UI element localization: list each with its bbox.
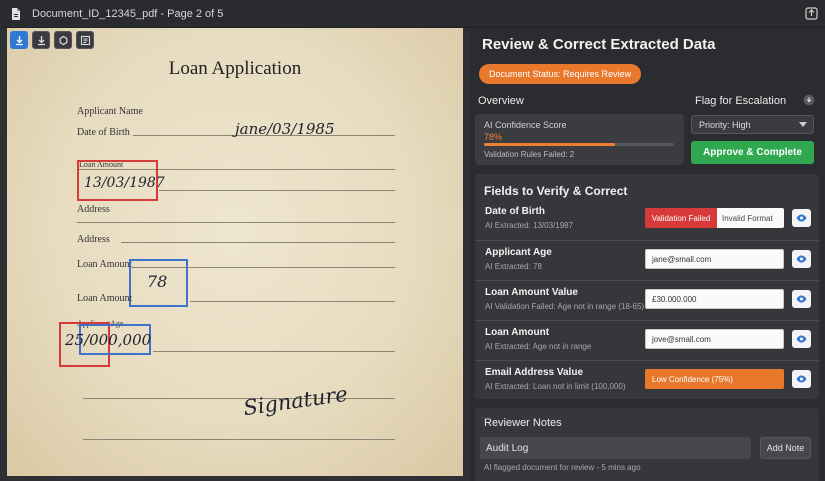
field-name: Applicant Age xyxy=(485,247,552,258)
rotate-button[interactable] xyxy=(54,31,72,49)
escalation-heading: Flag for Escalation xyxy=(695,95,787,107)
rotate-icon xyxy=(59,35,67,45)
fields-card: Fields to Verify & Correct Date of Birth… xyxy=(475,174,819,399)
viewer-toolbar xyxy=(10,31,94,49)
panel-title: Review & Correct Extracted Data xyxy=(482,36,716,53)
form-line xyxy=(83,439,395,440)
document-page: Loan Application Applicant Name Date of … xyxy=(7,28,463,476)
validation-rules: Validation Rules Failed: 2 xyxy=(484,150,575,159)
field-sub: AI Extracted: 78 xyxy=(485,262,542,271)
handwritten-amount: 25/000,000 xyxy=(65,331,152,349)
download-icon xyxy=(15,35,23,45)
view-source-button[interactable] xyxy=(792,370,811,388)
form-line xyxy=(190,301,395,302)
label-applicant-name: Applicant Name xyxy=(77,106,143,117)
chevron-down-icon xyxy=(799,122,807,127)
field-input[interactable]: jane@small.com xyxy=(645,249,784,269)
field-name: Loan Amount Value xyxy=(485,287,578,298)
signature: Signature xyxy=(241,381,350,421)
field-row: Applicant Age AI Extracted: 78 jane@smal… xyxy=(475,240,819,280)
eye-icon xyxy=(796,375,807,383)
download-icon xyxy=(37,35,45,45)
field-row: Date of Birth AI Extracted: 13/03/1987 V… xyxy=(475,200,819,240)
label-loan-amount-1: Loan Amount xyxy=(77,259,133,270)
eye-icon xyxy=(796,214,807,222)
form-line xyxy=(159,190,395,191)
view-source-button[interactable] xyxy=(792,209,811,227)
notes-heading: Reviewer Notes xyxy=(484,417,562,429)
reviewer-notes-card: Reviewer Notes Audit Log Add Note AI fla… xyxy=(475,408,819,481)
save-button[interactable] xyxy=(32,31,50,49)
field-input[interactable]: £30.000.000 xyxy=(645,289,784,309)
field-value: Invalid Format xyxy=(717,208,784,228)
file-icon xyxy=(12,7,20,20)
field-sub: AI Extracted: Loan not in limit (100,000… xyxy=(485,382,626,391)
export-icon[interactable] xyxy=(805,7,818,20)
field-row: Email Address Value AI Extracted: Loan n… xyxy=(475,360,819,400)
field-sub: AI Extracted: Age not in range xyxy=(485,342,592,351)
approve-complete-button[interactable]: Approve & Complete xyxy=(691,141,814,164)
priority-select[interactable]: Priority: High xyxy=(691,115,814,134)
view-source-button[interactable] xyxy=(792,250,811,268)
download-button-active[interactable] xyxy=(10,31,28,49)
label-address-2: Address xyxy=(77,234,110,245)
fields-heading: Fields to Verify & Correct xyxy=(484,184,628,198)
field-sub: AI Extracted: 13/03/1987 xyxy=(485,221,574,230)
validation-error-badge: Validation Failed xyxy=(645,208,717,228)
review-panel: Review & Correct Extracted Data Document… xyxy=(470,28,825,481)
handwritten-age: 78 xyxy=(147,272,168,291)
field-name: Loan Amount xyxy=(485,327,550,338)
label-loan-amount-2: Loan Amount xyxy=(77,293,133,304)
info-icon[interactable] xyxy=(803,94,815,106)
field-input[interactable]: jove@small.com xyxy=(645,329,784,349)
document-title: Loan Application xyxy=(168,58,302,79)
field-value-split[interactable]: Validation Failed Invalid Format xyxy=(645,208,784,228)
low-confidence-badge[interactable]: Low Confidence (75%) xyxy=(645,369,784,389)
label-address-1: Address xyxy=(77,204,110,215)
document-viewer: Loan Application Applicant Name Date of … xyxy=(0,28,470,481)
label-date-of-birth: Date of Birth xyxy=(77,127,130,138)
view-source-button[interactable] xyxy=(792,330,811,348)
overview-card: AI Confidence Score 78% Validation Rules… xyxy=(475,114,684,165)
overview-heading: Overview xyxy=(478,95,524,107)
audit-log-field[interactable]: Audit Log xyxy=(480,437,751,459)
priority-selected: Priority: High xyxy=(699,119,751,130)
form-line xyxy=(153,351,395,352)
status-badge: Document Status: Requires Review xyxy=(479,64,642,84)
field-name: Date of Birth xyxy=(485,206,545,217)
add-note-button[interactable]: Add Note xyxy=(760,437,811,459)
confidence-value: 78% xyxy=(484,132,503,142)
form-line xyxy=(77,222,395,223)
window-title: Document_ID_12345_pdf - Page 2 of 5 xyxy=(32,7,224,20)
note-icon xyxy=(80,35,90,45)
handwritten-dob: jane/03/1985 xyxy=(235,120,335,138)
eye-icon xyxy=(796,255,807,263)
confidence-bar-fill xyxy=(484,143,616,146)
confidence-label: AI Confidence Score xyxy=(484,120,567,130)
handwritten-dob-boxed: 13/03/1987 xyxy=(84,175,165,191)
window-title-bar: Document_ID_12345_pdf - Page 2 of 5 xyxy=(0,0,825,28)
confidence-bar xyxy=(484,143,674,146)
field-name: Email Address Value xyxy=(485,367,584,378)
field-row: Loan Amount Value AI Validation Failed: … xyxy=(475,280,819,320)
field-sub: AI Validation Failed: Age not in range (… xyxy=(485,302,645,311)
eye-icon xyxy=(796,335,807,343)
field-row: Loan Amount AI Extracted: Age not in ran… xyxy=(475,320,819,360)
eye-icon xyxy=(796,295,807,303)
annotate-button[interactable] xyxy=(76,31,94,49)
audit-log-entry: AI flagged document for review - 5 mins … xyxy=(484,463,641,472)
view-source-button[interactable] xyxy=(792,290,811,308)
form-line xyxy=(121,242,395,243)
